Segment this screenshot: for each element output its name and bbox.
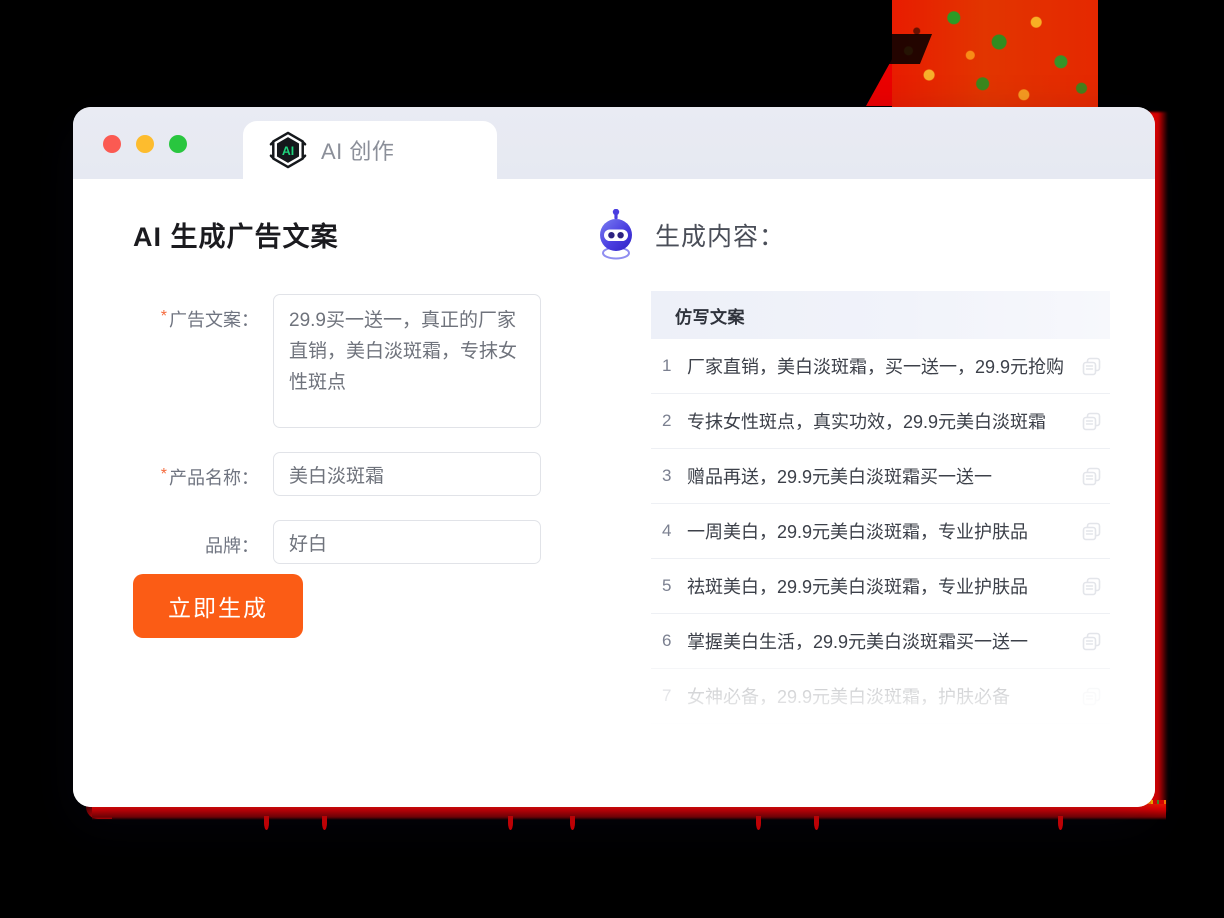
field-row-product-name: * 产品名称：	[133, 452, 583, 496]
required-asterisk: *	[160, 466, 167, 483]
row-index: 6	[662, 631, 672, 650]
field-row-ad-copy: * 广告文案：	[133, 294, 583, 428]
decorative-drip	[508, 816, 513, 830]
row-index: 3	[662, 466, 672, 485]
row-text: 厂家直销，美白淡斑霜，买一送一，29.9元抢购	[687, 357, 1065, 377]
row-text: 一周美白，29.9元美白淡斑霜，专业护肤品	[687, 522, 1029, 542]
decorative-drip	[756, 816, 761, 830]
field-label-brand: 品牌：	[133, 520, 273, 558]
decorative-drip	[570, 816, 575, 830]
decorative-drip	[322, 816, 327, 830]
table-row[interactable]: 1 厂家直销，美白淡斑霜，买一送一，29.9元抢购	[651, 339, 1110, 394]
table-row[interactable]: 2 专抹女性斑点，真实功效，29.9元美白淡斑霜	[651, 394, 1110, 449]
copy-icon[interactable]	[1072, 577, 1110, 596]
brand-input[interactable]	[273, 520, 541, 564]
table-row[interactable]: 6 掌握美白生活，29.9元美白淡斑霜买一送一	[651, 614, 1110, 669]
field-label-text: 品牌：	[205, 536, 259, 556]
row-text: 掌握美白生活，29.9元美白淡斑霜买一送一	[687, 632, 1029, 652]
decorative-drip	[1058, 816, 1063, 830]
close-button[interactable]	[103, 135, 121, 153]
row-index: 2	[662, 411, 672, 430]
robot-icon	[600, 209, 632, 260]
table-header: 仿写文案	[651, 291, 1110, 339]
table-row[interactable]: 7 女神必备，29.9元美白淡斑霜，护肤必备	[651, 669, 1110, 724]
window-titlebar: AI AI 创作	[73, 107, 1155, 179]
decorative-drip	[814, 816, 819, 830]
row-text: 女神必备，29.9元美白淡斑霜，护肤必备	[687, 687, 1011, 707]
row-text: 祛斑美白，29.9元美白淡斑霜，专业护肤品	[687, 577, 1029, 597]
window-body: AI 生成广告文案 *广告文案： *产品名称：	[73, 179, 1155, 807]
page-title: AI 生成广告文案	[133, 222, 339, 252]
results-table: 仿写文案 1 厂家直销，美白淡斑霜，买一送一，29.9元抢购 2 专抹女性斑点，…	[651, 291, 1110, 731]
decorative-texture-wedge	[866, 0, 1098, 108]
table-row[interactable]: 4 一周美白，29.9元美白淡斑霜，专业护肤品	[651, 504, 1110, 559]
copy-icon[interactable]	[1072, 522, 1110, 541]
results-title: 生成内容：	[655, 223, 786, 251]
row-index: 1	[662, 356, 672, 375]
row-text: 专抹女性斑点，真实功效，29.9元美白淡斑霜	[687, 412, 1047, 432]
copy-icon[interactable]	[1072, 467, 1110, 486]
table-header-label: 仿写文案	[675, 307, 745, 327]
maximize-button[interactable]	[169, 135, 187, 153]
copy-icon[interactable]	[1072, 632, 1110, 651]
field-label-text: 产品名称：	[169, 468, 259, 488]
screenshot-stage: AI AI 创作 AI 生成广告文案 * 广告文案： 29.9买一送一，真正的厂…	[0, 0, 1224, 918]
results-pane: 生成内容： 仿写文案 1 厂家直销，美白淡斑霜，买一送一，29.9元抢购 2 专…	[583, 179, 1155, 807]
row-index: 5	[662, 576, 672, 595]
field-label-ad-copy: * 广告文案：	[133, 294, 273, 332]
minimize-button[interactable]	[136, 135, 154, 153]
row-index: 4	[662, 521, 672, 540]
row-text: 赠品再送，29.9元美白淡斑霜买一送一	[687, 467, 993, 487]
field-label-product-name: * 产品名称：	[133, 452, 273, 490]
form-pane: AI 生成广告文案 *广告文案： *产品名称：	[73, 179, 583, 807]
copy-icon[interactable]	[1072, 687, 1110, 706]
required-asterisk: *	[160, 308, 167, 325]
field-row-brand: 品牌：	[133, 520, 583, 564]
table-row[interactable]: 3 赠品再送，29.9元美白淡斑霜买一送一	[651, 449, 1110, 504]
decorative-drip	[264, 816, 269, 830]
svg-text:AI: AI	[282, 144, 294, 158]
copy-icon[interactable]	[1072, 412, 1110, 431]
table-row[interactable]: 5 祛斑美白，29.9元美白淡斑霜，专业护肤品	[651, 559, 1110, 614]
row-index: 7	[662, 686, 672, 705]
tab-label: AI 创作	[321, 139, 395, 164]
product-name-input[interactable]	[273, 452, 541, 496]
ad-copy-textarea[interactable]	[273, 294, 541, 428]
field-label-text: 广告文案：	[169, 310, 259, 330]
traffic-light-group	[103, 135, 187, 153]
results-header: 生成内容：	[583, 209, 1155, 261]
app-window: AI AI 创作 AI 生成广告文案 * 广告文案： 29.9买一送一，真正的厂…	[73, 107, 1155, 807]
generate-button[interactable]: 立即生成	[133, 574, 303, 638]
copy-icon[interactable]	[1072, 357, 1110, 376]
tab-ai-creation[interactable]: AI AI 创作	[243, 121, 497, 179]
ai-hexagon-icon: AI	[269, 131, 307, 169]
